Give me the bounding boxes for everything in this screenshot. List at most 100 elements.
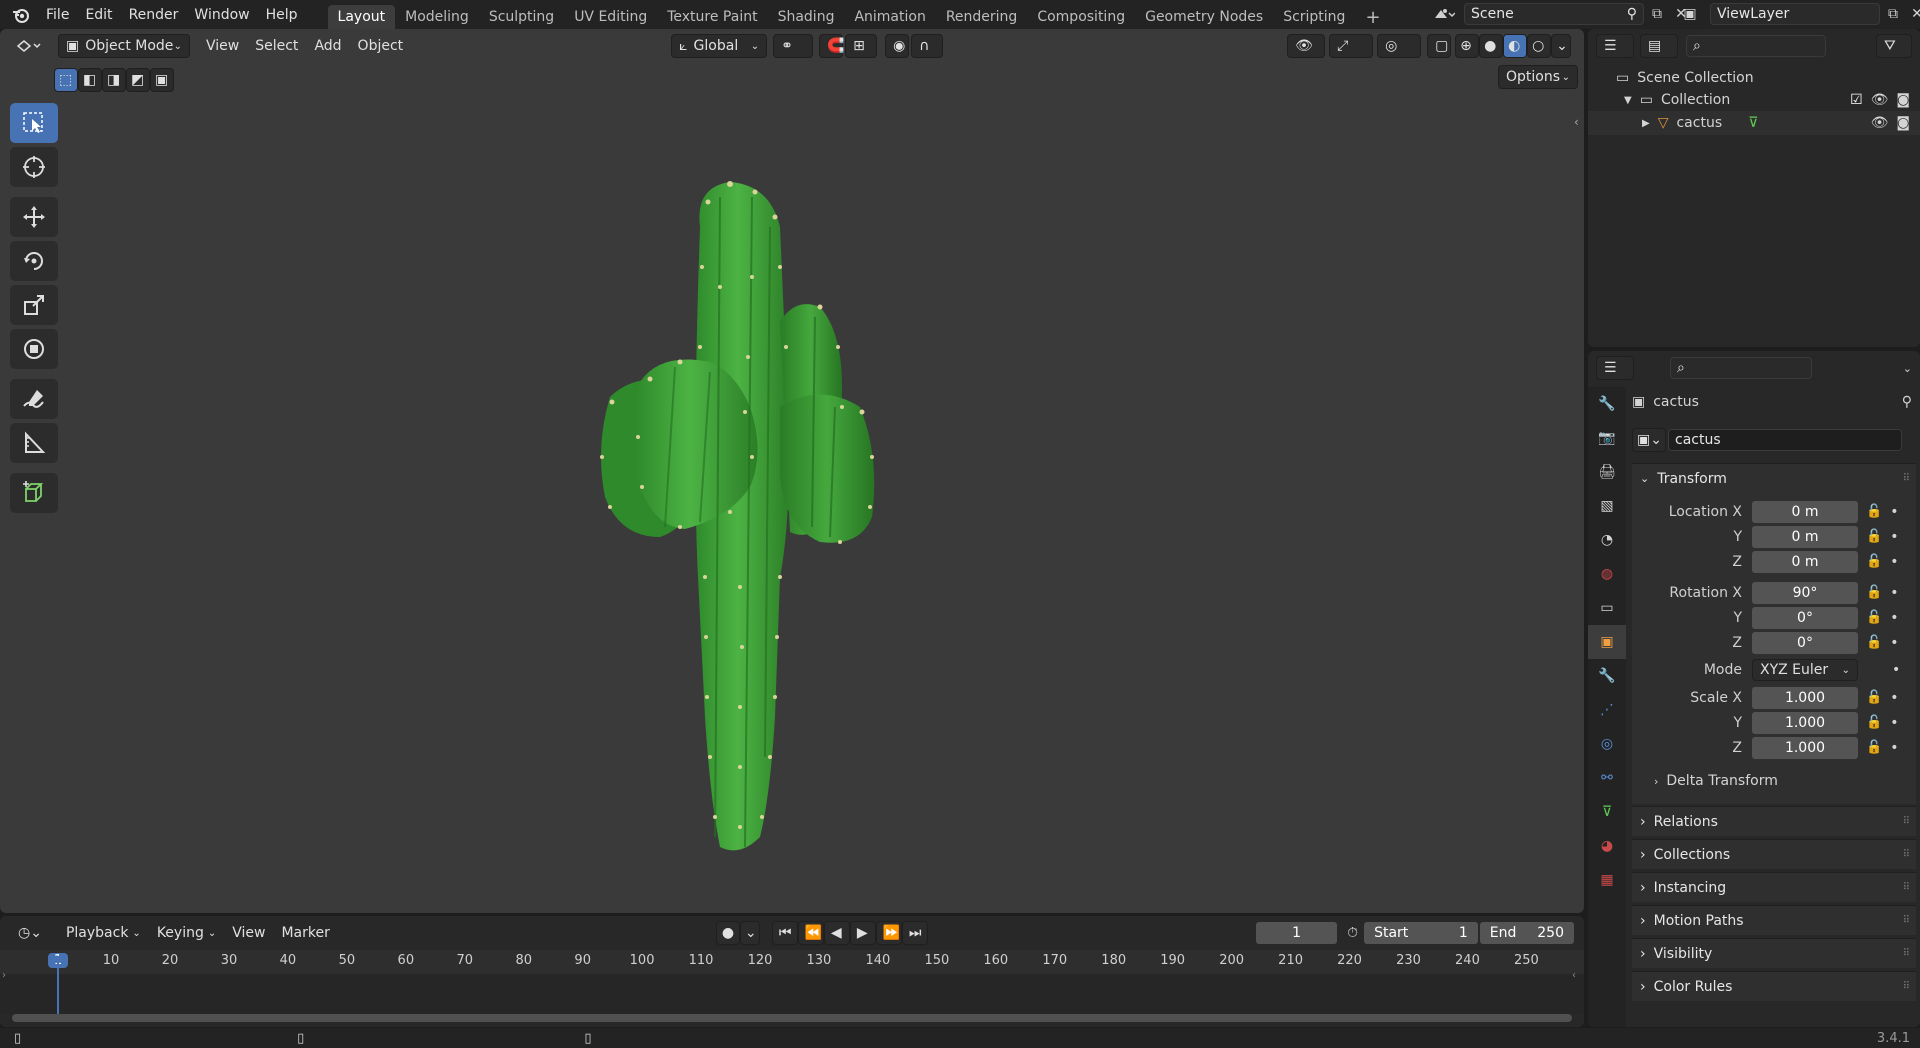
new-view-layer-icon[interactable]: ⧉ [1884,5,1902,23]
timeline-editor-type-icon[interactable]: ◷⌄ [10,921,50,945]
lock-icon[interactable]: 🔓 [1866,610,1882,625]
properties-search-input[interactable]: ⌕ [1670,357,1812,379]
keyframe-dot-icon[interactable]: • [1890,610,1898,626]
scale-x-field[interactable]: 1.000 [1752,686,1858,709]
drag-handle-icon[interactable]: ⠿ [1903,981,1910,992]
lock-icon[interactable]: 🔓 [1866,690,1882,705]
menu-select[interactable]: Select [247,34,306,58]
view-layer-icon[interactable]: ▣ [1674,5,1706,23]
collapse-arrow-icon[interactable]: ▼ [1624,95,1632,106]
add-cube-tool-icon[interactable] [10,473,58,513]
menu-help[interactable]: Help [258,0,306,29]
relations-panel-header[interactable]: › Relations ⠿ [1632,806,1916,836]
scene-icon[interactable] [1428,5,1460,23]
rotation-y-field[interactable]: 0° [1752,606,1858,629]
view-layer-tab-icon[interactable]: ▧ [1588,489,1626,523]
snap-target-dropdown[interactable]: ⊞ [845,34,878,58]
keying-menu[interactable]: Keying ⌄ [149,921,224,945]
lock-icon[interactable]: 🔓 [1866,740,1882,755]
scale-z-field[interactable]: 1.000 [1752,736,1858,759]
cursor-tool-icon[interactable] [10,147,58,187]
pin-icon[interactable]: ⚲ [1902,394,1912,410]
filter-icon[interactable]: ⛛ [1876,34,1912,58]
rotate-tool-icon[interactable] [10,241,58,281]
play-reverse-icon[interactable]: ◀ [823,921,850,945]
overlay-toggle[interactable]: ◎ [1377,34,1422,58]
instancing-panel-header[interactable]: › Instancing ⠿ [1632,872,1916,902]
collection-tab-icon[interactable]: ▭ [1588,591,1626,625]
keyframe-dot-icon[interactable]: • [1890,690,1898,706]
drag-handle-icon[interactable]: ⠿ [1903,849,1910,860]
menu-edit[interactable]: Edit [77,0,120,29]
menu-add[interactable]: Add [306,34,349,58]
cactus-model[interactable] [580,157,920,877]
tab-animation[interactable]: Animation [844,5,935,29]
tab-texture-paint[interactable]: Texture Paint [657,5,767,29]
drag-handle-icon[interactable]: ⠿ [1903,948,1910,959]
expand-arrow-icon[interactable]: ▶ [1642,118,1650,129]
outliner-row-collection[interactable]: ▼ ▭ Collection ☑ 👁 ◙ [1588,89,1920,111]
location-z-field[interactable]: 0 m [1752,550,1858,573]
delete-view-layer-icon[interactable]: ✕ [1908,5,1920,23]
jump-end-icon[interactable]: ⏭ [901,921,928,945]
solid-shading-icon[interactable]: ● [1479,34,1504,58]
render-tab-icon[interactable]: 📷 [1588,421,1626,455]
object-name-field[interactable]: cactus [1668,429,1902,451]
rotation-x-field[interactable]: 90° [1752,581,1858,604]
view-layer-name-field[interactable]: ViewLayer [1710,3,1880,25]
keyframe-dot-icon[interactable]: • [1890,504,1898,520]
jump-start-icon[interactable]: ⏮ [771,921,798,945]
tab-geometry-nodes[interactable]: Geometry Nodes [1135,5,1273,29]
datablock-browse-icon[interactable]: ▣⌄ [1632,428,1666,452]
material-preview-icon[interactable]: ◐ [1503,34,1528,58]
outliner-search-input[interactable]: ⌕ [1686,35,1826,57]
drag-handle-icon[interactable]: ⠿ [1903,816,1910,827]
shading-options-dropdown[interactable]: ⌄ [1551,34,1572,58]
camera-icon[interactable]: ◙ [1896,115,1910,131]
editor-type-icon[interactable] [8,34,52,58]
rendered-shading-icon[interactable]: ○ [1527,34,1552,58]
keyframe-dot-icon[interactable]: • [1890,715,1898,731]
menu-object[interactable]: Object [350,34,412,58]
keyframe-dot-icon[interactable]: • [1892,662,1900,678]
select-subtract-icon[interactable]: ◨ [102,68,126,92]
wireframe-shading-icon[interactable]: ⊕ [1455,34,1480,58]
stopwatch-icon[interactable]: ⏱ [1347,925,1358,941]
tab-uv-editing[interactable]: UV Editing [564,5,657,29]
gizmo-toggle[interactable]: ⤢ [1329,34,1374,58]
add-workspace-button[interactable]: + [1355,5,1390,29]
collections-panel-header[interactable]: › Collections ⠿ [1632,839,1916,869]
3d-viewport[interactable]: ▣ Object Mode ⌄ View Select Add Object ⟀… [0,29,1584,913]
output-tab-icon[interactable]: 🖨 [1588,455,1626,489]
frame-ruler[interactable]: 1102030405060708090100110120130140150160… [0,950,1584,974]
scale-y-field[interactable]: 1.000 [1752,711,1858,734]
constraints-tab-icon[interactable]: ⚯ [1588,761,1626,795]
xray-toggle[interactable]: ▢ [1427,34,1452,58]
object-mode-dropdown[interactable]: ▣ Object Mode ⌄ [58,34,190,58]
sidebar-toggle-arrow-icon[interactable]: ‹ [1574,115,1579,129]
tab-shading[interactable]: Shading [768,5,845,29]
playhead-line[interactable] [57,956,59,1014]
annotate-tool-icon[interactable] [10,379,58,419]
prev-keyframe-icon[interactable]: ⏪ [797,921,824,945]
particles-tab-icon[interactable]: ⋰ [1588,693,1626,727]
modifier-tab-icon[interactable]: 🔧 [1588,659,1626,693]
tab-modeling[interactable]: Modeling [395,5,479,29]
select-box-tool-icon[interactable] [10,103,58,143]
exclude-checkbox-icon[interactable]: ☑ [1850,92,1863,108]
outliner-row-scene-collection[interactable]: ▭ Scene Collection [1588,67,1920,89]
drag-handle-icon[interactable]: ⠿ [1903,473,1910,484]
proportional-falloff-dropdown[interactable]: ∩ [911,34,944,58]
move-tool-icon[interactable] [10,197,58,237]
world-tab-icon[interactable]: ◍ [1588,557,1626,591]
menu-render[interactable]: Render [121,0,187,29]
select-intersect-icon[interactable]: ▣ [150,68,174,92]
keyframe-dot-icon[interactable]: • [1890,554,1898,570]
motion-paths-panel-header[interactable]: › Motion Paths ⠿ [1632,905,1916,935]
tab-scripting[interactable]: Scripting [1273,5,1355,29]
eye-icon[interactable]: 👁 [1871,92,1889,108]
camera-icon[interactable]: ◙ [1896,92,1910,108]
eye-icon[interactable]: 👁 [1871,115,1889,131]
scene-name-field[interactable]: Scene ⚲ [1464,3,1644,25]
measure-tool-icon[interactable] [10,423,58,463]
